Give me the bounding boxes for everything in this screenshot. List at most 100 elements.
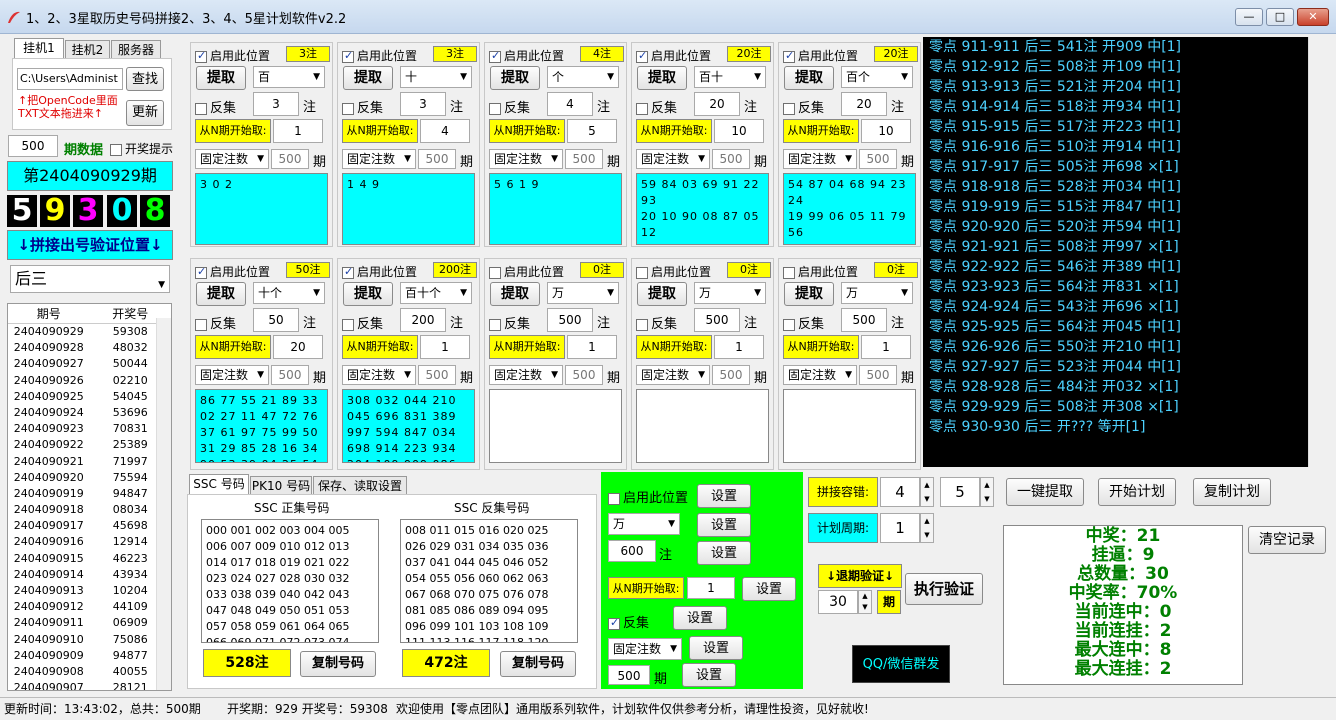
slot-reverse-input[interactable]: 50 [253, 308, 299, 332]
slot-enable-checkbox[interactable]: 启用此位置 [489, 263, 564, 280]
slot-reverse-checkbox[interactable]: 反集 [489, 313, 530, 332]
table-row[interactable]: 2404090914 43934 [8, 567, 171, 583]
slot-reverse-input[interactable]: 4 [547, 92, 593, 116]
slot-fixed-select[interactable]: 固定注数 ▼ [489, 149, 563, 169]
green-fixed-select[interactable]: 固定注数 ▼ [608, 638, 682, 660]
slot-reverse-checkbox[interactable]: 反集 [636, 97, 677, 116]
slot-position-select[interactable]: 万 ▼ [694, 282, 766, 304]
slot-enable-checkbox[interactable]: 启用此位置 [636, 263, 711, 280]
green-set-button-6[interactable]: 设置 [689, 636, 743, 660]
slot-enable-checkbox[interactable]: 启用此位置 [489, 47, 564, 64]
slot-enable-checkbox[interactable]: 启用此位置 [636, 47, 711, 64]
slot-fixed-input[interactable]: 500 [712, 365, 750, 385]
history-scrollbar[interactable] [156, 318, 171, 690]
table-row[interactable]: 2404090911 06909 [8, 615, 171, 631]
slot-extract-button[interactable]: 提取 [343, 282, 393, 306]
slot-reverse-checkbox[interactable]: 反集 [342, 313, 383, 332]
slot-reverse-input[interactable]: 20 [694, 92, 740, 116]
green-set-button-3[interactable]: 设置 [697, 541, 751, 565]
slot-from-input[interactable]: 10 [714, 119, 764, 143]
table-row[interactable]: 2404090913 10204 [8, 583, 171, 599]
table-row[interactable]: 2404090917 45698 [8, 518, 171, 534]
green-enable-checkbox[interactable]: 启用此位置 [608, 487, 688, 506]
slot-number-text[interactable]: 308 032 044 210 045 696 831 389 997 594 … [342, 389, 475, 463]
table-row[interactable]: 2404090926 02210 [8, 373, 171, 389]
tolerance-spinner-2[interactable]: ▲ ▼ [980, 477, 994, 507]
slot-position-select[interactable]: 百十 ▼ [694, 66, 766, 88]
slot-enable-checkbox[interactable]: 启用此位置 [783, 263, 858, 280]
positive-set-text[interactable]: 000 001 002 003 004 005 006 007 009 010 … [201, 519, 379, 643]
slot-fixed-input[interactable]: 500 [271, 149, 309, 169]
update-button[interactable]: 更新 [126, 100, 164, 126]
table-row[interactable]: 2404090909 94877 [8, 648, 171, 664]
green-set-button-1[interactable]: 设置 [697, 484, 751, 508]
slot-from-input[interactable]: 1 [861, 335, 911, 359]
table-row[interactable]: 2404090927 50044 [8, 356, 171, 372]
tab-hang1[interactable]: 挂机1 [14, 38, 64, 58]
slot-from-input[interactable]: 20 [273, 335, 323, 359]
slot-reverse-checkbox[interactable]: 反集 [342, 97, 383, 116]
tolerance-input-2[interactable]: 5 [940, 477, 980, 507]
copy-plan-button[interactable]: 复制计划 [1193, 478, 1271, 506]
table-row[interactable]: 2404090921 71997 [8, 454, 171, 470]
slot-enable-checkbox[interactable]: 启用此位置 [342, 47, 417, 64]
find-button[interactable]: 查找 [126, 67, 164, 91]
slot-fixed-input[interactable]: 500 [418, 149, 456, 169]
slot-number-text[interactable] [489, 389, 622, 463]
slot-fixed-input[interactable]: 500 [859, 365, 897, 385]
back-verify-input[interactable]: 30 [818, 590, 858, 614]
slot-fixed-select[interactable]: 固定注数 ▼ [636, 365, 710, 385]
cycle-spinner[interactable]: ▲ ▼ [920, 513, 934, 543]
slot-from-input[interactable]: 1 [420, 335, 470, 359]
slot-number-text[interactable]: 3 0 2 [195, 173, 328, 245]
slot-extract-button[interactable]: 提取 [490, 66, 540, 90]
slot-from-input[interactable]: 1 [714, 335, 764, 359]
clear-record-button[interactable]: 清空记录 [1248, 526, 1326, 554]
slot-fixed-select[interactable]: 固定注数 ▼ [342, 149, 416, 169]
slot-number-text[interactable]: 86 77 55 21 89 33 02 27 11 47 72 76 37 6… [195, 389, 328, 463]
slot-reverse-input[interactable]: 3 [400, 92, 446, 116]
table-row[interactable]: 2404090915 46223 [8, 551, 171, 567]
history-list[interactable]: 期号 开奖号 2404090929 59308 2404090928 48032 240… [7, 303, 172, 691]
slot-enable-checkbox[interactable]: 启用此位置 [783, 47, 858, 64]
slot-fixed-input[interactable]: 500 [859, 149, 897, 169]
tab-save-load[interactable]: 保存、读取设置 [313, 476, 407, 496]
slot-enable-checkbox[interactable]: 启用此位置 [342, 263, 417, 280]
slot-position-select[interactable]: 万 ▼ [841, 282, 913, 304]
slot-number-text[interactable] [636, 389, 769, 463]
slot-fixed-select[interactable]: 固定注数 ▼ [195, 365, 269, 385]
slot-from-input[interactable]: 10 [861, 119, 911, 143]
table-row[interactable]: 2404090925 54045 [8, 389, 171, 405]
table-row[interactable]: 2404090910 75086 [8, 632, 171, 648]
slot-reverse-checkbox[interactable]: 反集 [783, 97, 824, 116]
slot-number-text[interactable]: 59 84 03 69 91 22 93 20 10 90 08 87 05 1… [636, 173, 769, 245]
slot-reverse-input[interactable]: 200 [400, 308, 446, 332]
slot-reverse-checkbox[interactable]: 反集 [636, 313, 677, 332]
slot-reverse-input[interactable]: 500 [547, 308, 593, 332]
slot-extract-button[interactable]: 提取 [490, 282, 540, 306]
table-row[interactable]: 2404090918 08034 [8, 502, 171, 518]
slot-number-text[interactable]: 5 6 1 9 [489, 173, 622, 245]
green-set-button-5[interactable]: 设置 [673, 606, 727, 630]
slot-position-select[interactable]: 百十个 ▼ [400, 282, 472, 304]
execute-verify-button[interactable]: 执行验证 [905, 573, 983, 605]
slot-from-input[interactable]: 1 [273, 119, 323, 143]
green-set-button-7[interactable]: 设置 [682, 663, 736, 687]
path-input[interactable]: C:\Users\Administ [17, 68, 123, 90]
slot-number-text[interactable] [783, 389, 916, 463]
table-row[interactable]: 2404090912 44109 [8, 599, 171, 615]
tolerance-spinner-1[interactable]: ▲ ▼ [920, 477, 934, 507]
slot-number-text[interactable]: 1 4 9 [342, 173, 475, 245]
slot-position-select[interactable]: 万 ▼ [547, 282, 619, 304]
slot-extract-button[interactable]: 提取 [196, 282, 246, 306]
slot-enable-checkbox[interactable]: 启用此位置 [195, 263, 270, 280]
slot-reverse-input[interactable]: 500 [694, 308, 740, 332]
green-reverse-checkbox[interactable]: 反集 [608, 612, 649, 631]
green-zhu-input[interactable]: 600 [608, 540, 656, 562]
green-set-button-2[interactable]: 设置 [697, 513, 751, 537]
log-scrollbar[interactable] [1308, 37, 1323, 467]
slot-reverse-checkbox[interactable]: 反集 [195, 97, 236, 116]
slot-fixed-select[interactable]: 固定注数 ▼ [783, 149, 857, 169]
slot-extract-button[interactable]: 提取 [784, 282, 834, 306]
slot-from-input[interactable]: 1 [567, 335, 617, 359]
